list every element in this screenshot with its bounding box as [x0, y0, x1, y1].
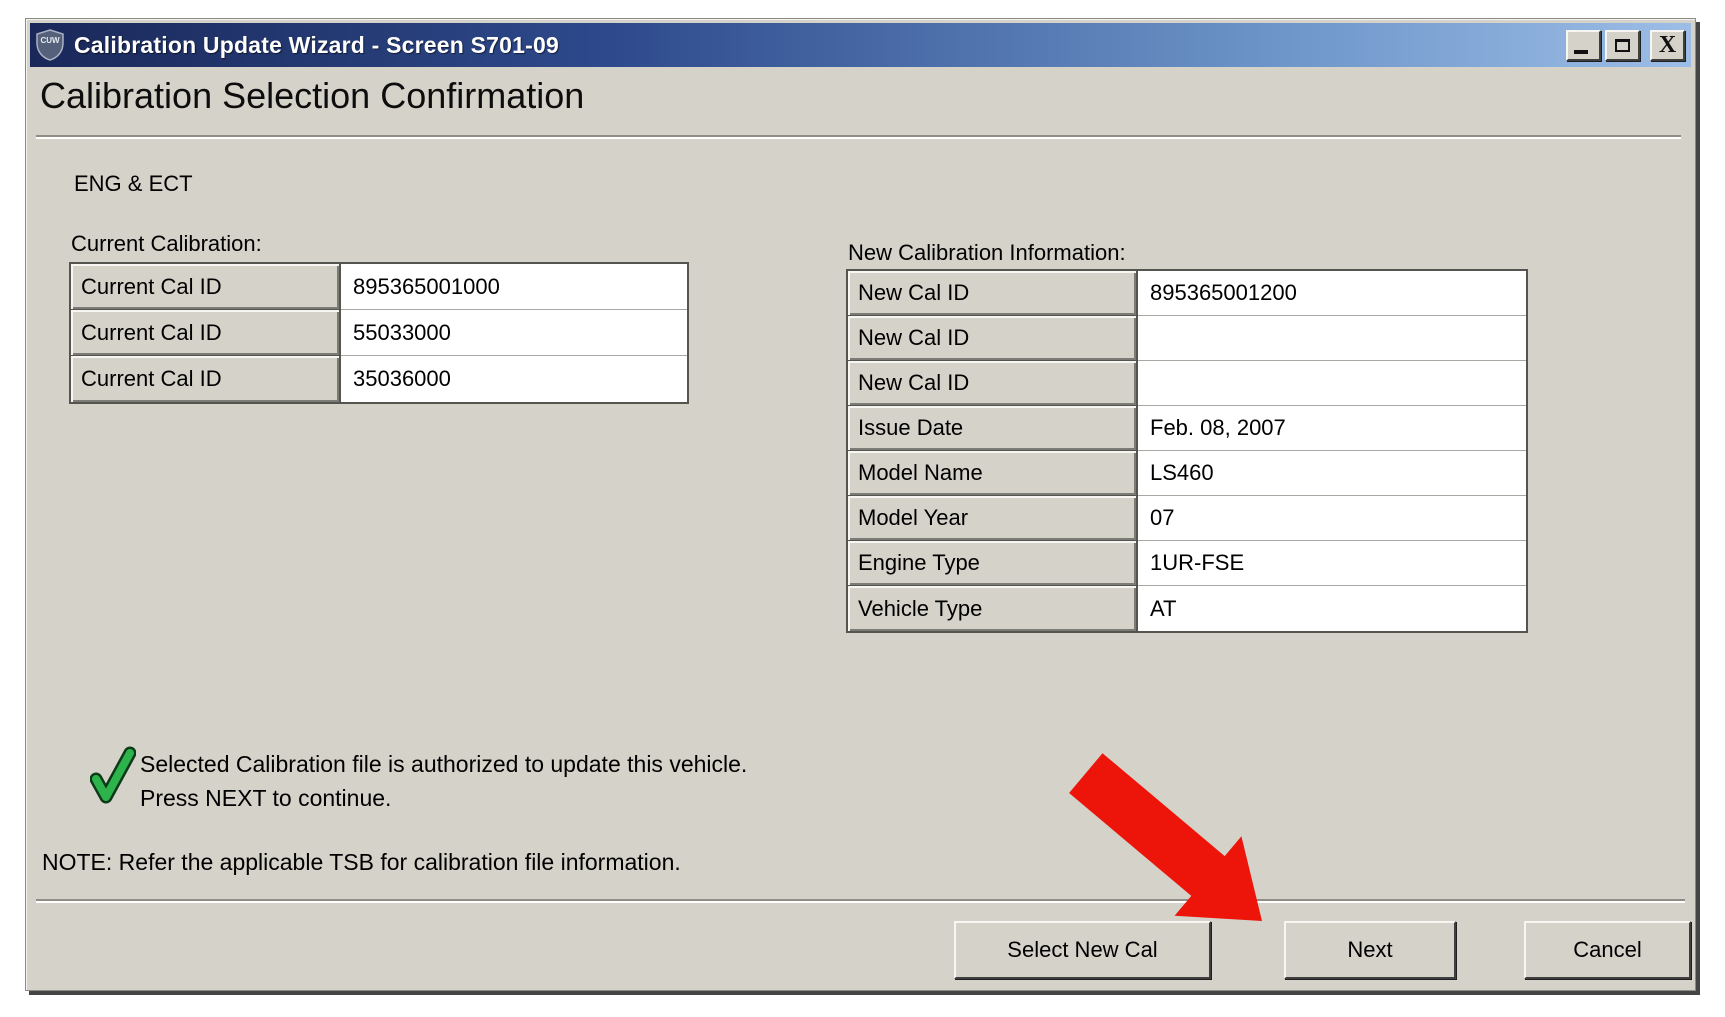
- status-line-2: Press NEXT to continue.: [140, 781, 747, 815]
- cancel-button[interactable]: Cancel: [1524, 921, 1691, 979]
- cuw-icon-label: CUW: [40, 36, 60, 45]
- maximize-button[interactable]: [1605, 30, 1640, 61]
- titlebar[interactable]: CUW Calibration Update Wizard - Screen S…: [30, 23, 1691, 67]
- row-label: Model Year: [848, 496, 1138, 541]
- row-value: 35036000: [341, 356, 687, 402]
- row-label: Current Cal ID: [71, 356, 341, 402]
- table-row: Model Year 07: [848, 496, 1526, 541]
- red-arrow-pointer: [1057, 739, 1292, 939]
- row-value: [1138, 316, 1526, 361]
- table-row: Engine Type 1UR-FSE: [848, 541, 1526, 586]
- section-label: ENG & ECT: [74, 171, 193, 197]
- row-value: [1138, 361, 1526, 406]
- check-icon: [90, 741, 136, 805]
- note-text: NOTE: Refer the applicable TSB for calib…: [42, 849, 681, 876]
- table-row: Vehicle Type AT: [848, 586, 1526, 631]
- table-row: Current Cal ID 35036000: [71, 356, 687, 402]
- maximize-icon: [1615, 39, 1630, 52]
- calibration-update-wizard-window: CUW Calibration Update Wizard - Screen S…: [25, 18, 1696, 991]
- table-row: New Cal ID: [848, 361, 1526, 406]
- row-value: AT: [1138, 586, 1526, 631]
- table-row: New Cal ID: [848, 316, 1526, 361]
- row-value: LS460: [1138, 451, 1526, 496]
- bottom-separator: [36, 899, 1685, 903]
- top-separator: [36, 135, 1681, 139]
- window-controls: X: [1566, 30, 1685, 61]
- table-row: Issue Date Feb. 08, 2007: [848, 406, 1526, 451]
- row-label: Current Cal ID: [71, 264, 341, 310]
- row-value: 55033000: [341, 310, 687, 356]
- row-label: New Cal ID: [848, 271, 1138, 316]
- row-label: New Cal ID: [848, 316, 1138, 361]
- minimize-button[interactable]: [1566, 30, 1601, 61]
- close-icon: X: [1659, 33, 1676, 57]
- row-value: 1UR-FSE: [1138, 541, 1526, 586]
- close-button[interactable]: X: [1650, 30, 1685, 61]
- select-new-cal-button[interactable]: Select New Cal: [954, 921, 1211, 979]
- row-label: Issue Date: [848, 406, 1138, 451]
- row-value: 07: [1138, 496, 1526, 541]
- status-line-1: Selected Calibration file is authorized …: [140, 747, 747, 781]
- status-text: Selected Calibration file is authorized …: [140, 741, 747, 815]
- table-row: Current Cal ID 895365001000: [71, 264, 687, 310]
- row-label: Current Cal ID: [71, 310, 341, 356]
- current-calibration-table: Current Cal ID 895365001000 Current Cal …: [69, 262, 689, 404]
- row-label: Vehicle Type: [848, 586, 1138, 631]
- table-row: New Cal ID 895365001200: [848, 271, 1526, 316]
- row-value: Feb. 08, 2007: [1138, 406, 1526, 451]
- row-value: 895365001200: [1138, 271, 1526, 316]
- row-value: 895365001000: [341, 264, 687, 310]
- authorization-status: Selected Calibration file is authorized …: [90, 741, 747, 815]
- row-label: Engine Type: [848, 541, 1138, 586]
- table-row: Current Cal ID 55033000: [71, 310, 687, 356]
- row-label: Model Name: [848, 451, 1138, 496]
- new-calibration-caption: New Calibration Information:: [848, 240, 1126, 266]
- new-calibration-table: New Cal ID 895365001200 New Cal ID New C…: [846, 269, 1528, 633]
- window-title: Calibration Update Wizard - Screen S701-…: [74, 32, 559, 59]
- current-calibration-caption: Current Calibration:: [71, 231, 262, 257]
- minimize-icon: [1574, 50, 1588, 54]
- page-title: Calibration Selection Confirmation: [40, 75, 584, 117]
- next-button[interactable]: Next: [1284, 921, 1456, 979]
- table-row: Model Name LS460: [848, 451, 1526, 496]
- cuw-shield-icon: CUW: [36, 29, 64, 61]
- row-label: New Cal ID: [848, 361, 1138, 406]
